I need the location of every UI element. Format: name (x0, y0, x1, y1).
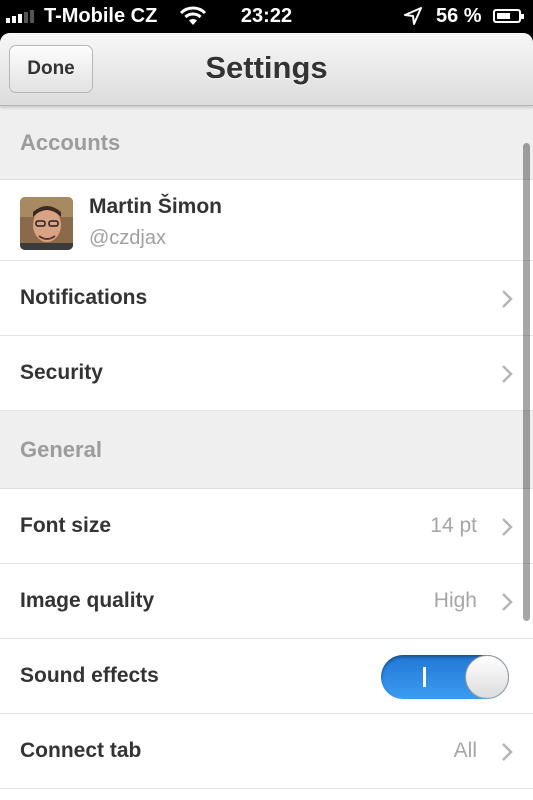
toggle-on-indicator (423, 667, 426, 687)
battery-percent: 56 % (436, 5, 482, 27)
notifications-label: Notifications (20, 286, 148, 309)
font-size-label: Font size (20, 514, 112, 537)
security-row[interactable]: Security (0, 336, 533, 411)
account-name: Martin Šimon (89, 195, 223, 218)
sound-effects-toggle[interactable] (381, 655, 509, 699)
navigation-bar: Settings Done (0, 33, 533, 106)
sound-effects-row: Sound effects (0, 639, 533, 714)
avatar (20, 197, 73, 250)
phone-screen: T-Mobile CZ 23:22 56 % Settings Done Acc… (0, 0, 533, 800)
chevron-right-icon (502, 593, 513, 611)
connect-tab-value: All (453, 739, 477, 762)
account-handle: @czdjax (89, 227, 166, 249)
section-header-accounts: Accounts (0, 106, 533, 180)
settings-sheet: Settings Done Accounts Martin Šimon @czd… (0, 33, 533, 800)
status-bar: T-Mobile CZ 23:22 56 % (0, 0, 533, 33)
toggle-knob[interactable] (465, 655, 509, 699)
location-icon (404, 7, 422, 25)
notifications-row[interactable]: Notifications (0, 261, 533, 336)
security-label: Security (20, 361, 103, 384)
connect-tab-row[interactable]: Connect tab All (0, 714, 533, 789)
connect-tab-label: Connect tab (20, 739, 142, 762)
font-size-row[interactable]: Font size 14 pt (0, 489, 533, 564)
section-header-general: General (0, 411, 533, 489)
image-quality-row[interactable]: Image quality High (0, 564, 533, 639)
sound-effects-label: Sound effects (20, 664, 159, 687)
scrollbar[interactable] (523, 143, 530, 621)
chevron-right-icon (502, 290, 513, 308)
image-quality-label: Image quality (20, 589, 155, 612)
done-button[interactable]: Done (9, 45, 93, 93)
account-row[interactable]: Martin Šimon @czdjax (0, 180, 533, 261)
chevron-right-icon (502, 743, 513, 761)
chevron-right-icon (502, 365, 513, 383)
font-size-value: 14 pt (430, 514, 477, 537)
settings-list[interactable]: Accounts Martin Šimon @czdjax Notificati… (0, 106, 533, 800)
image-quality-value: High (433, 589, 477, 612)
battery-icon (493, 9, 524, 23)
chevron-right-icon (502, 518, 513, 536)
